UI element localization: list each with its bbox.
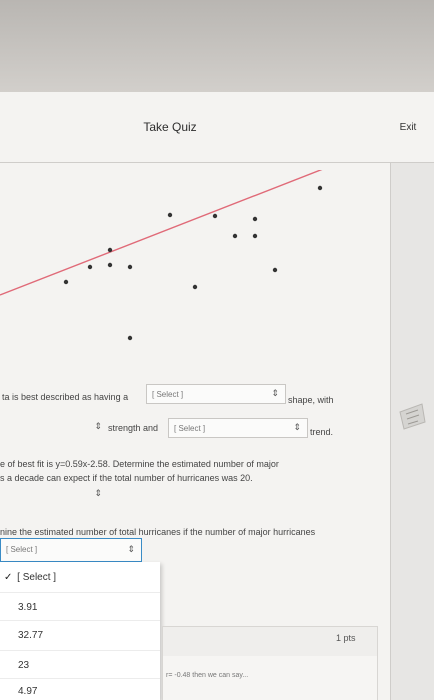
scatter-point bbox=[107, 262, 113, 268]
scatter-point bbox=[252, 216, 258, 222]
scatter-point bbox=[192, 284, 198, 290]
dropdown-option-4-97[interactable]: 4.97 bbox=[18, 686, 37, 697]
checkmark-icon: ✓ bbox=[4, 572, 13, 583]
divider bbox=[0, 592, 160, 593]
divider bbox=[0, 620, 160, 621]
scatter-point bbox=[252, 233, 258, 239]
points-label: 1 pts bbox=[336, 633, 356, 643]
exit-button[interactable]: Exit bbox=[388, 122, 428, 133]
shape-select-value: [ Select ] bbox=[152, 390, 184, 399]
scatter-point bbox=[167, 212, 173, 218]
scatter-point bbox=[317, 185, 323, 191]
scatter-plot bbox=[0, 170, 323, 341]
question3-line1: nine the estimated number of total hurri… bbox=[0, 527, 316, 537]
dropdown-option-23[interactable]: 23 bbox=[18, 660, 29, 671]
select-arrows-icon: ⇕ bbox=[293, 422, 301, 432]
trend-select-value: [ Select ] bbox=[174, 424, 206, 433]
question1-text: ta is best described as having a bbox=[2, 392, 129, 402]
question2-line2: s a decade can expect if the total numbe… bbox=[0, 473, 253, 483]
question2-line1: e of best fit is y=0.59x-2.58. Determine… bbox=[0, 459, 279, 469]
total-hurricanes-select-value: [ Select ] bbox=[6, 545, 38, 554]
select-arrows-icon: ⇕ bbox=[271, 388, 279, 398]
page-title: Take Quiz bbox=[143, 120, 197, 134]
trend-label: trend. bbox=[310, 427, 334, 437]
question1-after-text: shape, with bbox=[288, 395, 334, 405]
select-arrows-icon: ⇕ bbox=[94, 421, 102, 431]
trend-line bbox=[0, 170, 323, 296]
scatter-point bbox=[107, 247, 113, 253]
quiz-header: Take Quiz Exit bbox=[0, 92, 434, 163]
select-arrows-icon: ⇕ bbox=[94, 488, 102, 498]
shape-select[interactable]: [ Select ] ⇕ bbox=[146, 384, 286, 404]
divider bbox=[0, 650, 160, 651]
sticker-icon bbox=[399, 403, 426, 430]
total-hurricanes-select[interactable]: [ Select ] ⇕ bbox=[0, 538, 142, 562]
scatter-point bbox=[87, 264, 93, 270]
divider bbox=[0, 678, 160, 679]
scatter-point bbox=[63, 279, 69, 285]
right-rail bbox=[390, 92, 434, 700]
next-question-preview: r= -0.48 then we can say... bbox=[166, 672, 249, 679]
strength-select[interactable]: ⇕ bbox=[88, 418, 108, 438]
dropdown-option-32-77[interactable]: 32.77 bbox=[18, 630, 43, 641]
scatter-point bbox=[127, 335, 133, 341]
select-arrows-icon: ⇕ bbox=[127, 544, 135, 554]
scatter-point bbox=[232, 233, 238, 239]
scatter-point bbox=[272, 267, 278, 273]
strength-label: strength and bbox=[108, 423, 159, 433]
background-shadow bbox=[0, 0, 434, 92]
estimate-select[interactable]: ⇕ bbox=[88, 485, 108, 505]
dropdown-menu: ✓ [ Select ] 3.91 32.77 23 4.97 bbox=[0, 562, 160, 700]
scatter-point bbox=[127, 264, 133, 270]
dropdown-option-3-91[interactable]: 3.91 bbox=[18, 602, 37, 613]
dropdown-option-select[interactable]: ✓ [ Select ] bbox=[4, 572, 56, 583]
trend-select[interactable]: [ Select ] ⇕ bbox=[168, 418, 308, 438]
dropdown-option-label: [ Select ] bbox=[17, 572, 57, 583]
scatter-point bbox=[212, 213, 218, 219]
